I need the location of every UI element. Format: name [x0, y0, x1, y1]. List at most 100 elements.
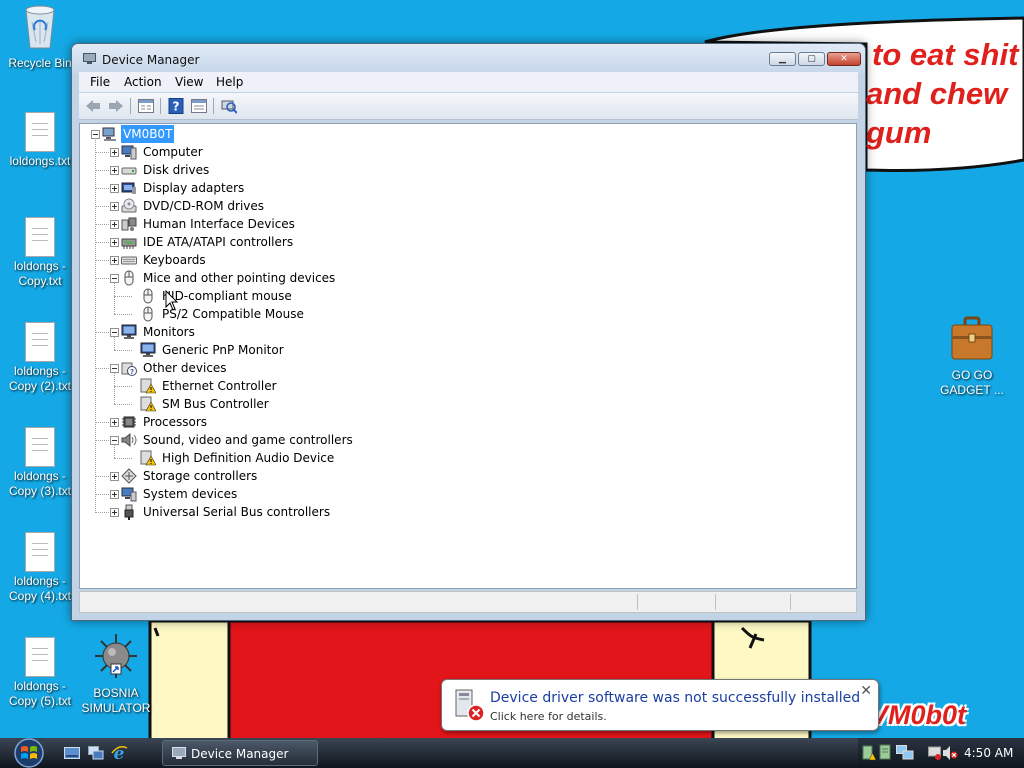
svg-text:?: ? [130, 368, 134, 376]
expand-toggle[interactable] [110, 256, 119, 265]
title-bar[interactable]: Device Manager ▁ ▢ ✕ [72, 44, 865, 74]
tree-line [114, 337, 115, 350]
expand-toggle[interactable] [110, 202, 119, 211]
expand-toggle[interactable] [110, 508, 119, 517]
expand-toggle[interactable] [110, 238, 119, 247]
tree-category-label: Processors [143, 415, 208, 429]
menu-bar: File Action View Help [79, 72, 858, 92]
desktop-icon-loldongs-copy-4[interactable]: loldongs - Copy (4).txt [0, 532, 80, 604]
recycle-bin-icon [0, 2, 80, 54]
show-desktop-icon[interactable] [64, 746, 80, 760]
desktop-icon-loldongs[interactable]: loldongs.txt [0, 112, 80, 169]
tree-line [114, 404, 132, 405]
device-manager-icon [83, 53, 96, 64]
tree-device-label: HID-compliant mouse [162, 289, 292, 303]
desktop-icon-go-go-gadget[interactable]: GO GO GADGET ... [932, 316, 1012, 398]
desktop-icon-label: loldongs - Copy (3).txt [8, 469, 71, 498]
desktop-icon-loldongs-copy-2[interactable]: loldongs - Copy (2).txt [0, 322, 80, 394]
tree-line [114, 373, 115, 404]
tree-line [114, 296, 132, 297]
help-button[interactable]: ? [167, 97, 185, 115]
driver-notification-balloon[interactable]: Device driver software was not successfu… [441, 679, 879, 731]
text-file-icon [25, 427, 55, 467]
tree-category-label: Computer [143, 145, 203, 159]
tree-line [95, 140, 96, 511]
tree-category-label: DVD/CD-ROM drives [143, 199, 265, 213]
collapse-toggle[interactable] [91, 130, 100, 139]
wallpaper-text-2: and chew [866, 76, 1008, 111]
desktop-icon-label: Recycle Bin [8, 56, 72, 70]
storage-controller-icon [121, 468, 137, 484]
forward-button[interactable] [107, 97, 125, 115]
collapse-toggle[interactable] [110, 274, 119, 283]
expand-toggle[interactable] [110, 490, 119, 499]
desktop-icon-recycle-bin[interactable]: Recycle Bin [0, 2, 80, 71]
menu-view[interactable]: View [175, 75, 203, 89]
tree-category-label: Mice and other pointing devices [143, 271, 336, 285]
scan-hardware-button[interactable] [220, 97, 238, 115]
desktop-icon-loldongs-copy-5[interactable]: loldongs - Copy (5).txt [0, 637, 80, 709]
notification-subtitle[interactable]: Click here for details. [490, 710, 607, 723]
close-button[interactable]: ✕ [827, 52, 861, 66]
menu-help[interactable]: Help [216, 75, 243, 89]
back-arrow-icon [86, 100, 100, 112]
speaker-icon [121, 432, 137, 448]
desktop-icon-loldongs-copy[interactable]: loldongs - Copy.txt [0, 217, 80, 289]
hid-icon [121, 217, 137, 231]
taskbar: e Device Manager 4:50 AM [0, 738, 1024, 768]
menu-file[interactable]: File [90, 75, 110, 89]
keyboard-icon [121, 256, 137, 265]
text-file-icon [25, 217, 55, 257]
briefcase-icon [932, 316, 1012, 366]
desktop-icon-label: loldongs - Copy (4).txt [8, 574, 71, 603]
tree-category-label: IDE ATA/ATAPI controllers [143, 235, 294, 249]
properties-button[interactable] [137, 97, 155, 115]
tree-device-label: High Definition Audio Device [162, 451, 335, 465]
expand-toggle[interactable] [110, 166, 119, 175]
internet-explorer-icon[interactable]: e [110, 744, 128, 762]
expand-toggle[interactable] [110, 220, 119, 229]
back-button[interactable] [84, 97, 102, 115]
expand-toggle[interactable] [110, 418, 119, 427]
expand-toggle[interactable] [110, 184, 119, 193]
wallpaper-text-3: gum [866, 115, 932, 150]
minimize-button[interactable]: ▁ [769, 52, 796, 66]
start-orb-icon[interactable] [8, 738, 50, 768]
tree-category-label: Disk drives [143, 163, 210, 177]
toolbar: ? [79, 93, 858, 120]
taskbar-button-device-manager[interactable]: Device Manager [162, 740, 318, 766]
dvd-drive-icon [121, 198, 137, 213]
desktop-icon-bosnia-simulator[interactable]: BOSNIA SIMULATOR [76, 632, 156, 716]
tree-line [114, 458, 132, 459]
device-install-tray-icon[interactable] [878, 744, 894, 761]
device-manager-window: Device Manager ▁ ▢ ✕ File Action View He… [71, 43, 866, 621]
device-error-icon [455, 689, 485, 722]
switch-windows-icon[interactable] [88, 746, 104, 760]
expand-toggle[interactable] [110, 148, 119, 157]
status-divider [790, 594, 791, 610]
tree-line [114, 283, 115, 314]
collapse-toggle[interactable] [110, 436, 119, 445]
device-tree[interactable]: VM0B0T Computer Disk drives Display adapte… [79, 123, 857, 589]
maximize-button[interactable]: ▢ [798, 52, 825, 66]
view-button[interactable] [190, 97, 208, 115]
device-warning-tray-icon[interactable] [862, 745, 876, 761]
monitor-tray-icon[interactable] [928, 745, 942, 761]
collapse-toggle[interactable] [110, 328, 119, 337]
clock[interactable]: 4:50 AM [964, 746, 1013, 760]
close-icon: ✕ [840, 54, 848, 64]
notification-close-icon[interactable]: ✕ [860, 683, 872, 699]
menu-action[interactable]: Action [124, 75, 162, 89]
svg-text:?: ? [173, 100, 180, 114]
desktop-icon-loldongs-copy-3[interactable]: loldongs - Copy (3).txt [0, 427, 80, 499]
window-title: Device Manager [102, 53, 200, 67]
network-tray-icon[interactable] [896, 745, 914, 761]
spiky-mine-icon [76, 632, 156, 684]
tree-category-label: Other devices [143, 361, 227, 375]
expand-toggle[interactable] [110, 472, 119, 481]
properties-icon [138, 99, 154, 113]
collapse-toggle[interactable] [110, 364, 119, 373]
display-adapter-icon [121, 182, 136, 194]
maximize-icon: ▢ [807, 54, 816, 64]
speaker-muted-tray-icon[interactable] [942, 745, 958, 761]
